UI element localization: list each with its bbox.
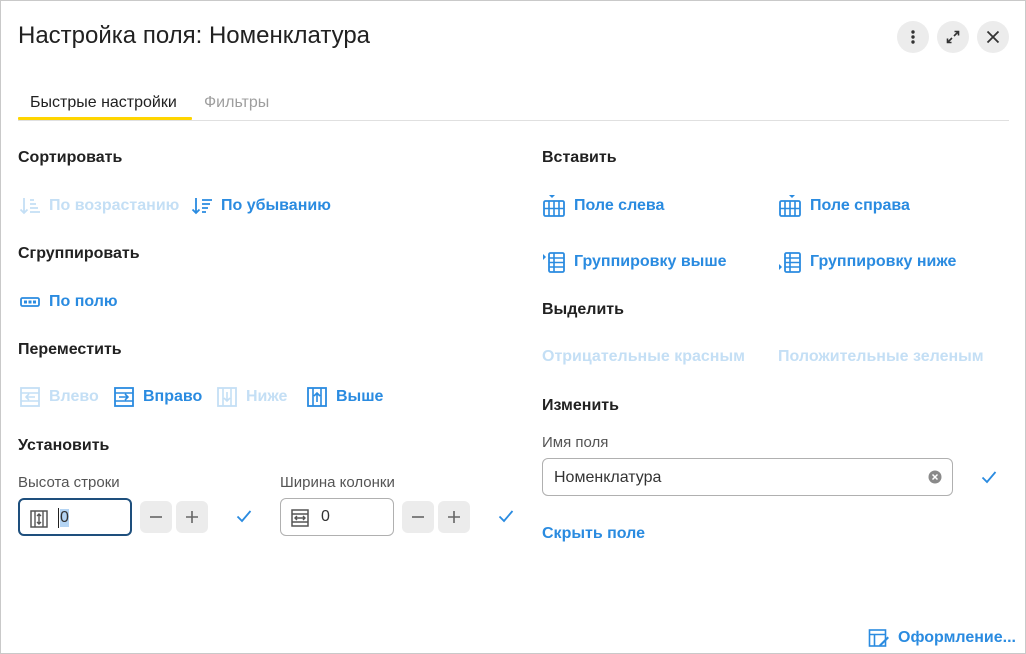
field-name-value: Номенклатура: [554, 469, 662, 486]
field-name-input[interactable]: Номенклатура: [542, 458, 953, 496]
column-width-value: 0: [321, 508, 330, 525]
move-right-icon: [114, 387, 134, 407]
sort-asc-label: По возрастанию: [49, 197, 180, 214]
sort-desc-button[interactable]: По убыванию: [191, 196, 331, 216]
insert-field-right-label: Поле справа: [810, 197, 910, 214]
insert-field-left-label: Поле слева: [574, 197, 665, 214]
move-up-button[interactable]: Выше: [306, 386, 383, 408]
column-width-icon: [291, 509, 309, 527]
insert-group-above-button[interactable]: Группировку выше: [542, 250, 727, 274]
plus-icon: [186, 511, 198, 523]
row-height-apply[interactable]: [236, 509, 252, 528]
column-width-increment[interactable]: [438, 501, 470, 533]
insert-row-above-icon: [543, 252, 565, 273]
sort-heading: Сортировать: [18, 149, 123, 166]
positive-green-label: Положительные зеленым: [778, 348, 984, 365]
dialog-title: Настройка поля: Номенклатура: [18, 22, 371, 49]
sort-asc-icon: [19, 198, 40, 215]
column-width-input[interactable]: 0: [280, 498, 394, 536]
sort-asc-button[interactable]: По возрастанию: [19, 196, 179, 216]
more-vert-icon: [911, 30, 915, 44]
expand-button[interactable]: [937, 21, 969, 53]
format-link-label: Оформление...: [898, 629, 1016, 646]
group-by-field-label: По полю: [49, 293, 118, 310]
row-height-increment[interactable]: [176, 501, 208, 533]
format-link[interactable]: Оформление...: [868, 628, 1016, 648]
insert-group-below-button[interactable]: Группировку ниже: [778, 250, 956, 274]
move-left-button[interactable]: Влево: [19, 386, 99, 408]
change-heading: Изменить: [542, 397, 619, 414]
clear-icon[interactable]: [928, 470, 942, 484]
column-width-label: Ширина колонки: [280, 474, 395, 491]
tab-bar: Быстрые настройки Фильтры: [18, 84, 1009, 121]
insert-row-below-icon: [779, 252, 801, 273]
move-right-button[interactable]: Вправо: [113, 386, 202, 408]
negative-red-button[interactable]: Отрицательные красным: [542, 348, 745, 366]
row-height-decrement[interactable]: [140, 501, 172, 533]
move-down-label: Ниже: [246, 388, 288, 405]
minus-icon: [150, 516, 162, 518]
close-button[interactable]: [977, 21, 1009, 53]
tab-quick-settings[interactable]: Быстрые настройки: [30, 94, 177, 112]
column-width-decrement[interactable]: [402, 501, 434, 533]
column-width-apply[interactable]: [498, 509, 514, 528]
tab-filters[interactable]: Фильтры: [204, 94, 269, 112]
close-icon: [986, 30, 1000, 44]
check-icon: [981, 471, 997, 484]
insert-field-left-button[interactable]: Поле слева: [542, 194, 664, 218]
highlight-heading: Выделить: [542, 301, 624, 318]
insert-column-left-icon: [543, 195, 565, 217]
field-name-apply[interactable]: [981, 470, 997, 489]
move-left-label: Влево: [49, 388, 99, 405]
row-height-value: 0: [60, 509, 69, 527]
move-heading: Переместить: [18, 341, 122, 358]
negative-red-label: Отрицательные красным: [542, 348, 745, 365]
move-up-label: Выше: [336, 388, 384, 405]
row-height-label: Высота строки: [18, 474, 120, 491]
active-tab-indicator: [18, 117, 192, 120]
row-height-icon: [30, 510, 48, 528]
insert-group-above-label: Группировку выше: [574, 253, 727, 270]
sort-desc-icon: [191, 198, 212, 215]
move-up-icon: [307, 387, 327, 407]
minus-icon: [412, 516, 424, 518]
more-button[interactable]: [897, 21, 929, 53]
insert-group-below-label: Группировку ниже: [810, 253, 957, 270]
check-icon: [498, 510, 514, 523]
sort-desc-label: По убыванию: [221, 197, 331, 214]
insert-heading: Вставить: [542, 149, 617, 166]
hide-field-link[interactable]: Скрыть поле: [542, 525, 645, 543]
text-caret: [58, 508, 59, 528]
group-field-icon: [20, 297, 40, 307]
row-height-input[interactable]: 0: [18, 498, 132, 536]
set-heading: Установить: [18, 437, 110, 454]
move-left-icon: [20, 387, 40, 407]
insert-column-right-icon: [779, 195, 801, 217]
expand-icon: [946, 30, 960, 44]
check-icon: [236, 510, 252, 523]
move-down-button[interactable]: Ниже: [216, 386, 287, 408]
move-right-label: Вправо: [143, 388, 203, 405]
plus-icon: [448, 511, 460, 523]
field-name-label: Имя поля: [542, 434, 609, 451]
group-heading: Сгруппировать: [18, 245, 140, 262]
group-by-field-button[interactable]: По полю: [19, 292, 118, 312]
positive-green-button[interactable]: Положительные зеленым: [778, 348, 984, 366]
insert-field-right-button[interactable]: Поле справа: [778, 194, 910, 218]
table-format-icon: [868, 629, 889, 647]
move-down-icon: [217, 387, 237, 407]
